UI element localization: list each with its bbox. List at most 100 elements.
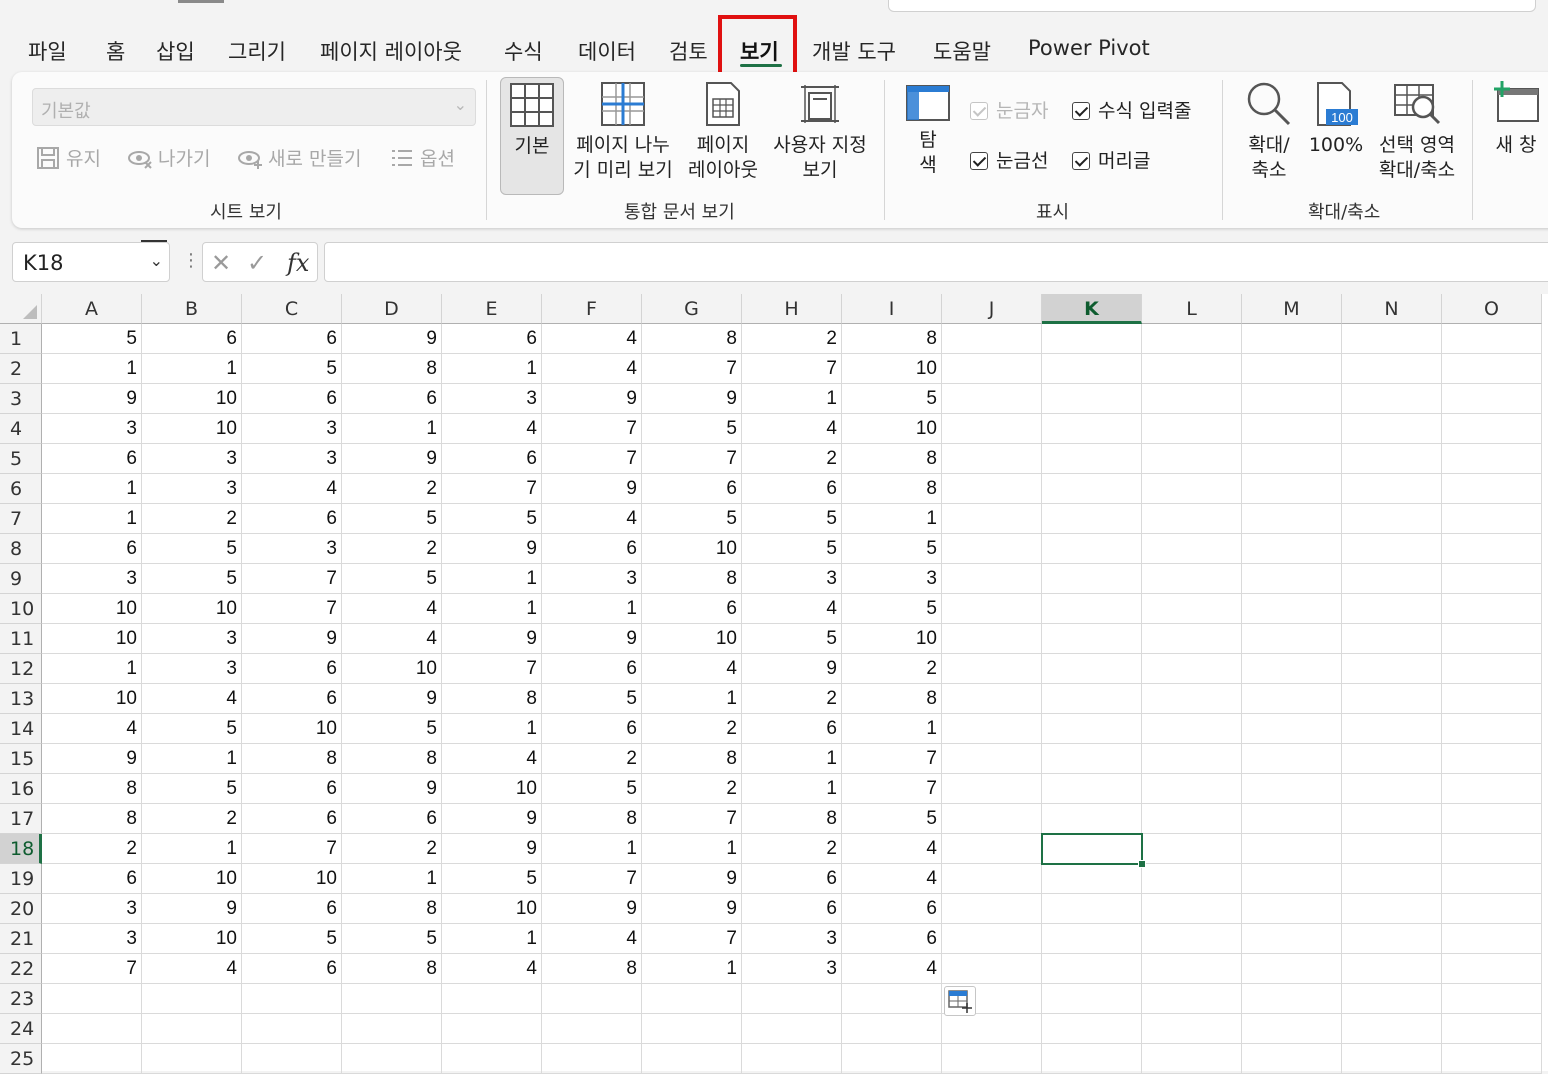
cell-k10[interactable] [1042, 594, 1142, 624]
cell-n16[interactable] [1342, 774, 1442, 804]
cell-a15[interactable]: 9 [42, 744, 142, 774]
normal-view-button[interactable]: 기본 [500, 77, 564, 195]
cell-a21[interactable]: 3 [42, 924, 142, 954]
cell-l9[interactable] [1142, 564, 1242, 594]
cell-n14[interactable] [1342, 714, 1442, 744]
row-header-15[interactable]: 15 [0, 744, 42, 774]
cell-n3[interactable] [1342, 384, 1442, 414]
cell-c22[interactable]: 6 [242, 954, 342, 984]
cell-j16[interactable] [942, 774, 1042, 804]
select-all-corner[interactable] [0, 294, 42, 324]
cell-h6[interactable]: 6 [742, 474, 842, 504]
cell-k24[interactable] [1042, 1014, 1142, 1044]
column-header-l[interactable]: L [1142, 294, 1242, 324]
cell-n25[interactable] [1342, 1044, 1442, 1074]
column-header-i[interactable]: I [842, 294, 942, 324]
cell-i10[interactable]: 5 [842, 594, 942, 624]
cell-o16[interactable] [1442, 774, 1542, 804]
cell-g10[interactable]: 6 [642, 594, 742, 624]
cell-m3[interactable] [1242, 384, 1342, 414]
row-header-5[interactable]: 5 [0, 444, 42, 474]
cell-l11[interactable] [1142, 624, 1242, 654]
cell-a24[interactable] [42, 1014, 142, 1044]
cell-f24[interactable] [542, 1014, 642, 1044]
cell-h19[interactable]: 6 [742, 864, 842, 894]
cell-g8[interactable]: 10 [642, 534, 742, 564]
cell-d21[interactable]: 5 [342, 924, 442, 954]
cell-d1[interactable]: 9 [342, 324, 442, 354]
zoom-to-selection-button[interactable]: 선택 영역 확대/축소 [1372, 81, 1462, 183]
cell-b7[interactable]: 2 [142, 504, 242, 534]
cell-f21[interactable]: 4 [542, 924, 642, 954]
cell-f19[interactable]: 7 [542, 864, 642, 894]
row-header-17[interactable]: 17 [0, 804, 42, 834]
cell-h15[interactable]: 1 [742, 744, 842, 774]
cell-k1[interactable] [1042, 324, 1142, 354]
cell-k25[interactable] [1042, 1044, 1142, 1074]
cell-i24[interactable] [842, 1014, 942, 1044]
cell-o14[interactable] [1442, 714, 1542, 744]
sheet-view-dropdown[interactable]: 기본값 ⌄ [32, 88, 476, 126]
cell-h11[interactable]: 5 [742, 624, 842, 654]
cell-f3[interactable]: 9 [542, 384, 642, 414]
cell-m6[interactable] [1242, 474, 1342, 504]
cell-d12[interactable]: 10 [342, 654, 442, 684]
cell-d10[interactable]: 4 [342, 594, 442, 624]
cell-h7[interactable]: 5 [742, 504, 842, 534]
column-header-k[interactable]: K [1042, 294, 1142, 324]
cell-o13[interactable] [1442, 684, 1542, 714]
cell-o5[interactable] [1442, 444, 1542, 474]
cell-l21[interactable] [1142, 924, 1242, 954]
cell-c25[interactable] [242, 1044, 342, 1074]
cell-i7[interactable]: 1 [842, 504, 942, 534]
cell-n11[interactable] [1342, 624, 1442, 654]
cell-m5[interactable] [1242, 444, 1342, 474]
cell-m7[interactable] [1242, 504, 1342, 534]
cell-n15[interactable] [1342, 744, 1442, 774]
cell-h21[interactable]: 3 [742, 924, 842, 954]
cell-j2[interactable] [942, 354, 1042, 384]
cell-j13[interactable] [942, 684, 1042, 714]
cell-f15[interactable]: 2 [542, 744, 642, 774]
tab-insert[interactable]: 삽입 [156, 36, 195, 66]
cell-d22[interactable]: 8 [342, 954, 442, 984]
cell-b22[interactable]: 4 [142, 954, 242, 984]
formula-bar-checkbox[interactable]: 수식 입력줄 [1072, 96, 1191, 123]
cell-e14[interactable]: 1 [442, 714, 542, 744]
cell-d8[interactable]: 2 [342, 534, 442, 564]
cell-m19[interactable] [1242, 864, 1342, 894]
cell-o8[interactable] [1442, 534, 1542, 564]
column-header-d[interactable]: D [342, 294, 442, 324]
cell-b8[interactable]: 5 [142, 534, 242, 564]
cell-o2[interactable] [1442, 354, 1542, 384]
row-header-6[interactable]: 6 [0, 474, 42, 504]
cell-o20[interactable] [1442, 894, 1542, 924]
cell-i15[interactable]: 7 [842, 744, 942, 774]
column-header-m[interactable]: M [1242, 294, 1342, 324]
cell-a8[interactable]: 6 [42, 534, 142, 564]
cell-g24[interactable] [642, 1014, 742, 1044]
cell-h20[interactable]: 6 [742, 894, 842, 924]
cell-c14[interactable]: 10 [242, 714, 342, 744]
cell-b4[interactable]: 10 [142, 414, 242, 444]
cell-m8[interactable] [1242, 534, 1342, 564]
quick-analysis-button[interactable] [944, 986, 976, 1016]
cell-k16[interactable] [1042, 774, 1142, 804]
cell-l18[interactable] [1142, 834, 1242, 864]
cell-a20[interactable]: 3 [42, 894, 142, 924]
cell-k3[interactable] [1042, 384, 1142, 414]
row-header-23[interactable]: 23 [0, 984, 42, 1014]
cell-a2[interactable]: 1 [42, 354, 142, 384]
cell-e19[interactable]: 5 [442, 864, 542, 894]
cell-h25[interactable] [742, 1044, 842, 1074]
cell-f10[interactable]: 1 [542, 594, 642, 624]
cell-n1[interactable] [1342, 324, 1442, 354]
cell-l2[interactable] [1142, 354, 1242, 384]
cell-e7[interactable]: 5 [442, 504, 542, 534]
cell-o23[interactable] [1442, 984, 1542, 1014]
cell-f17[interactable]: 8 [542, 804, 642, 834]
cell-e6[interactable]: 7 [442, 474, 542, 504]
cell-c17[interactable]: 6 [242, 804, 342, 834]
cell-b25[interactable] [142, 1044, 242, 1074]
cell-j25[interactable] [942, 1044, 1042, 1074]
